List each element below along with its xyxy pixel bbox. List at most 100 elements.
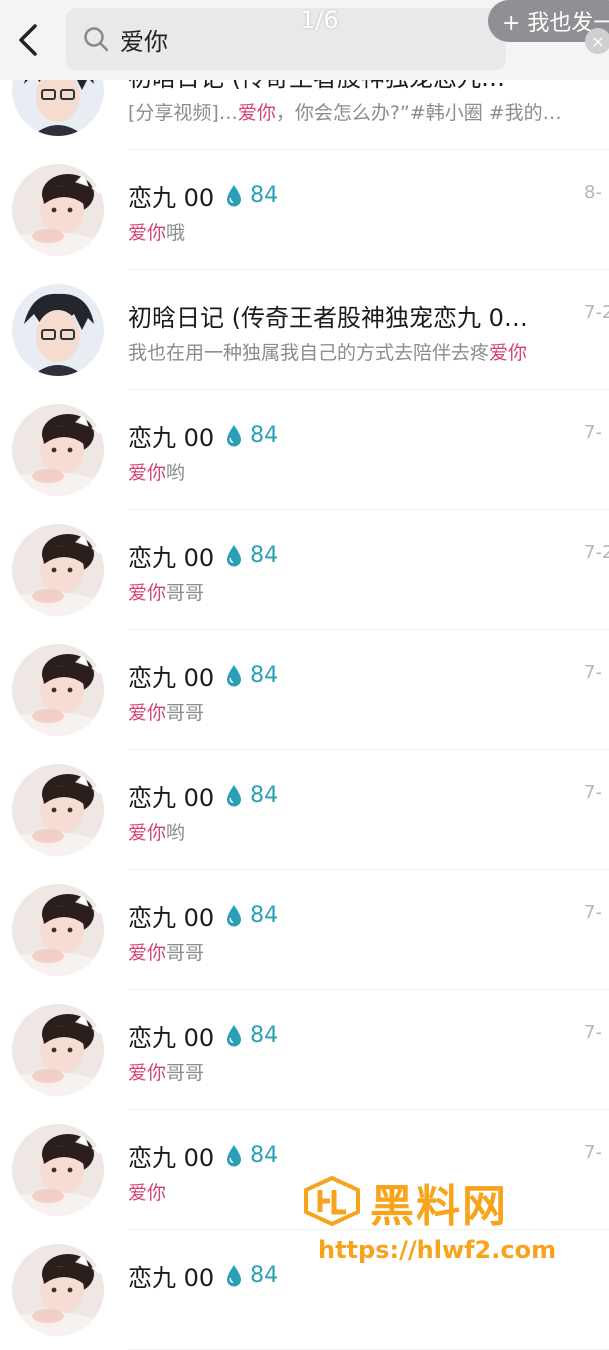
result-date: 7- bbox=[584, 902, 602, 923]
back-arrow-icon bbox=[19, 24, 37, 56]
result-name-text: 恋九 00 bbox=[128, 544, 215, 572]
result-row[interactable]: 恋九 00 84 爱你哦 8- bbox=[0, 150, 609, 270]
fan-score-badge: 84 bbox=[250, 903, 279, 928]
result-name: 恋九 00 84 bbox=[128, 538, 278, 573]
snippet-highlight: 爱你 bbox=[128, 462, 167, 484]
result-snippet: 爱你哟 bbox=[128, 818, 185, 845]
close-icon[interactable]: × bbox=[585, 28, 609, 54]
result-date: 7- bbox=[584, 1142, 602, 1163]
water-drop-icon bbox=[227, 1024, 242, 1046]
search-results-list: 初晗日记 (传奇王者股神独宠恋九…[分享视频]…爱你，你会怎么办?”#韩小圈 #… bbox=[0, 30, 609, 1350]
result-name-text: 恋九 00 bbox=[128, 184, 215, 212]
fan-score-badge: 84 bbox=[250, 423, 279, 448]
result-row[interactable]: 恋九 00 84 爱你哟 7- bbox=[0, 390, 609, 510]
result-name: 恋九 00 84 bbox=[128, 778, 278, 813]
avatar[interactable] bbox=[12, 644, 104, 736]
search-icon bbox=[84, 27, 109, 52]
snippet-highlight: 爱你 bbox=[128, 942, 167, 964]
avatar-girl-image bbox=[12, 1244, 104, 1336]
avatar[interactable] bbox=[12, 1244, 104, 1336]
fan-score-badge: 84 bbox=[250, 1143, 279, 1168]
avatar[interactable] bbox=[12, 404, 104, 496]
water-drop-icon bbox=[227, 664, 242, 686]
avatar-girl-image bbox=[12, 404, 104, 496]
result-snippet: 爱你哦 bbox=[128, 218, 185, 245]
result-date: 8- bbox=[584, 182, 602, 203]
result-snippet: 我也在用一种独属我自己的方式去陪伴去疼爱你 bbox=[128, 338, 527, 365]
water-drop-icon bbox=[227, 904, 242, 926]
result-name-text: 恋九 00 bbox=[128, 784, 215, 812]
fan-score-badge: 84 bbox=[250, 543, 279, 568]
result-name: 恋九 00 84 bbox=[128, 418, 278, 453]
result-row[interactable]: 恋九 00 84 爱你哥哥 7- bbox=[0, 990, 609, 1110]
avatar[interactable] bbox=[12, 884, 104, 976]
snippet-highlight: 爱你 bbox=[128, 702, 167, 724]
result-name: 恋九 00 84 bbox=[128, 178, 278, 213]
result-name-text: 恋九 00 bbox=[128, 424, 215, 452]
water-drop-icon bbox=[227, 184, 242, 206]
result-snippet: [分享视频]…爱你，你会怎么办?”#韩小圈 #我的… bbox=[128, 98, 562, 125]
result-name: 恋九 00 84 bbox=[128, 1258, 278, 1293]
result-name: 恋九 00 84 bbox=[128, 898, 278, 933]
result-snippet: 爱你哥哥 bbox=[128, 1058, 204, 1085]
result-row[interactable]: 恋九 00 84 爱你哥哥 7-2 bbox=[0, 510, 609, 630]
result-snippet: 爱你哥哥 bbox=[128, 938, 204, 965]
avatar-girl-image bbox=[12, 164, 104, 256]
avatar-boy-image bbox=[12, 284, 104, 376]
water-drop-icon bbox=[227, 784, 242, 806]
top-bar: 爱你 1/6 + 我也发一 × bbox=[0, 0, 609, 80]
snippet-suffix: 哥哥 bbox=[166, 942, 205, 964]
result-date: 7- bbox=[584, 662, 602, 683]
snippet-highlight: 爱你 bbox=[128, 1062, 167, 1084]
search-query: 爱你 bbox=[120, 27, 168, 56]
snippet-suffix: 哦 bbox=[166, 222, 186, 244]
fan-score-badge: 84 bbox=[250, 1023, 279, 1048]
snippet-prefix: 我也在用一种独属我自己的方式去陪伴去疼 bbox=[128, 342, 490, 364]
watermark-logo-icon bbox=[304, 1176, 360, 1226]
result-snippet: 爱你哟 bbox=[128, 458, 185, 485]
result-snippet: 爱你 bbox=[128, 1178, 166, 1205]
result-row[interactable]: 恋九 00 84 爱你哟 7- bbox=[0, 750, 609, 870]
avatar-girl-image bbox=[12, 1004, 104, 1096]
snippet-suffix: ，你会怎么办?”#韩小圈 #我的… bbox=[275, 102, 562, 124]
avatar[interactable] bbox=[12, 764, 104, 856]
search-input[interactable]: 爱你 bbox=[66, 8, 506, 70]
result-date: 7-2 bbox=[584, 302, 609, 323]
result-row[interactable]: 初晗日记 (传奇王者股神独宠恋九 0… 我也在用一种独属我自己的方式去陪伴去疼爱你… bbox=[0, 270, 609, 390]
avatar[interactable] bbox=[12, 284, 104, 376]
result-snippet: 爱你哥哥 bbox=[128, 698, 204, 725]
snippet-prefix: [分享视频]… bbox=[128, 102, 238, 124]
avatar[interactable] bbox=[12, 164, 104, 256]
result-date: 7- bbox=[584, 782, 602, 803]
water-drop-icon bbox=[227, 544, 242, 566]
result-date: 7- bbox=[584, 1022, 602, 1043]
avatar-girl-image bbox=[12, 1124, 104, 1216]
result-row[interactable]: 恋九 00 84 爱你哥哥 7- bbox=[0, 870, 609, 990]
water-drop-icon bbox=[227, 1144, 242, 1166]
snippet-suffix: 哟 bbox=[166, 462, 186, 484]
result-row[interactable]: 恋九 00 84 爱你哥哥 7- bbox=[0, 630, 609, 750]
result-name: 恋九 00 84 bbox=[128, 1138, 278, 1173]
page-indicator: 1/6 bbox=[300, 6, 339, 34]
snippet-highlight: 爱你 bbox=[489, 342, 528, 364]
avatar-girl-image bbox=[12, 884, 104, 976]
result-name-text: 恋九 00 bbox=[128, 1264, 215, 1292]
result-name: 恋九 00 84 bbox=[128, 658, 278, 693]
watermark: 黑料网 https://hlwf2.com bbox=[300, 1170, 609, 1280]
watermark-title: 黑料网 bbox=[370, 1181, 508, 1232]
snippet-suffix: 哥哥 bbox=[166, 582, 205, 604]
water-drop-icon bbox=[227, 424, 242, 446]
snippet-highlight: 爱你 bbox=[128, 822, 167, 844]
result-name-text: 恋九 00 bbox=[128, 1144, 215, 1172]
snippet-suffix: 哟 bbox=[166, 822, 186, 844]
avatar[interactable] bbox=[12, 524, 104, 616]
snippet-suffix: 哥哥 bbox=[166, 1062, 205, 1084]
avatar[interactable] bbox=[12, 1124, 104, 1216]
avatar[interactable] bbox=[12, 1004, 104, 1096]
water-drop-icon bbox=[227, 1264, 242, 1286]
watermark-url: https://hlwf2.com bbox=[318, 1236, 557, 1264]
avatar-girl-image bbox=[12, 524, 104, 616]
back-button[interactable] bbox=[8, 18, 48, 62]
avatar-girl-image bbox=[12, 644, 104, 736]
fan-score-badge: 84 bbox=[250, 783, 279, 808]
